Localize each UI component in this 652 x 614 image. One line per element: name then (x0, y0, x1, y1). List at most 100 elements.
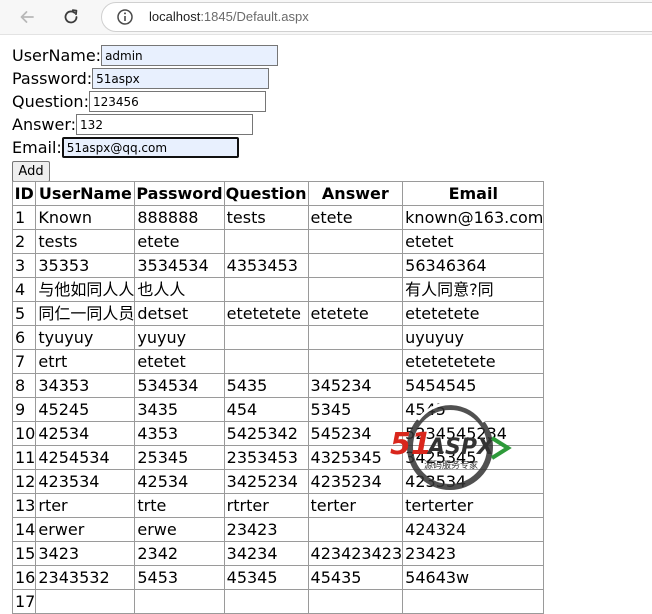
username-input[interactable]: admin (101, 45, 279, 66)
header-answer: Answer (307, 181, 404, 206)
brand-watermark-logo: 51 ASPX 源码服务专家 (390, 402, 512, 490)
question-label: Question: (12, 91, 89, 111)
table-cell: 3435 (134, 397, 225, 422)
table-cell: 423534 (35, 469, 136, 494)
header-id: ID (11, 181, 37, 206)
table-cell: 5425342 (223, 421, 309, 446)
table-cell: 35353 (35, 253, 136, 278)
reload-icon (64, 9, 78, 24)
address-bar[interactable]: localhost:1845/Default.aspx (101, 2, 652, 32)
browser-toolbar: localhost:1845/Default.aspx (0, 0, 652, 35)
table-row: 3 35353 3534534 4353453 56346364 (11, 253, 545, 278)
password-label: Password: (12, 68, 93, 88)
table-cell: 4353 (134, 421, 225, 446)
header-password: Password (134, 181, 225, 206)
table-cell: rter (35, 493, 136, 518)
table-cell: 5453 (134, 565, 225, 590)
table-cell: tests (223, 205, 309, 230)
password-input[interactable]: 51aspx (92, 68, 270, 89)
table-cell: terterter (402, 493, 545, 518)
table-cell: etete (307, 205, 404, 230)
table-cell (223, 229, 309, 254)
table-cell: etete (134, 229, 225, 254)
table-cell: 5 (11, 301, 37, 326)
table-cell: etrt (35, 349, 136, 374)
table-cell: 454 (223, 397, 309, 422)
table-cell: 42534 (35, 421, 136, 446)
header-email: Email (402, 181, 545, 206)
table-cell: 45345 (223, 565, 309, 590)
form-row-password: Password: 51aspx (12, 67, 278, 90)
table-cell: 2343532 (35, 565, 136, 590)
email-input[interactable]: 51aspx@qq.com (61, 137, 239, 158)
table-cell: 与他如同人人 (35, 277, 136, 302)
table-cell: etetet (402, 229, 545, 254)
form-row-answer: Answer: 132 (12, 113, 278, 136)
table-cell: tests (35, 229, 136, 254)
table-cell: 也人人 (134, 277, 225, 302)
table-row: 14 erwer erwe 23423 424324 (11, 517, 545, 542)
table-cell: 45245 (35, 397, 136, 422)
svg-text:ASPX: ASPX (426, 435, 495, 460)
table-row: 16 2343532 5453 45345 45435 54643w (11, 565, 545, 590)
add-button[interactable]: Add (12, 161, 50, 182)
table-cell: 17 (11, 589, 37, 614)
table-cell: 3 (11, 253, 37, 278)
answer-input[interactable]: 132 (76, 114, 254, 135)
table-cell: 12 (11, 469, 37, 494)
header-question: Question (223, 181, 309, 206)
table-cell (223, 277, 309, 302)
reload-button[interactable] (57, 3, 85, 31)
table-cell: 13 (11, 493, 37, 518)
answer-label: Answer: (12, 114, 77, 134)
table-cell: 8 (11, 373, 37, 398)
arrow-left-icon (20, 11, 34, 23)
table-cell: 888888 (134, 205, 225, 230)
table-row: 17 (11, 589, 545, 614)
table-cell: erwer (35, 517, 136, 542)
info-icon[interactable] (116, 8, 134, 26)
table-cell: yuyuy (134, 325, 225, 350)
table-cell (134, 589, 225, 614)
table-cell: tyuyuy (35, 325, 136, 350)
table-cell: 3534534 (134, 253, 225, 278)
table-cell (223, 349, 309, 374)
table-row: 5 同仁一同人员 detset etetetete etetete etetetete (11, 301, 545, 326)
table-row: 2 tests etete etetet (11, 229, 545, 254)
table-cell: 6 (11, 325, 37, 350)
table-cell: 56346364 (402, 253, 545, 278)
table-cell: 23423 (402, 541, 545, 566)
email-label: Email: (12, 137, 62, 157)
table-cell: 34353 (35, 373, 136, 398)
table-cell: 345234 (307, 373, 404, 398)
table-cell: 4 (11, 277, 37, 302)
table-cell: 同仁一同人员 (35, 301, 136, 326)
question-input[interactable]: 123456 (88, 91, 266, 112)
table-cell: 4353453 (223, 253, 309, 278)
svg-text:源码服务专家: 源码服务专家 (424, 459, 478, 471)
table-cell: terter (307, 493, 404, 518)
table-row: 7 etrt etetet etetetetete (11, 349, 545, 374)
table-cell: 5435 (223, 373, 309, 398)
table-cell: 34234 (223, 541, 309, 566)
url-text[interactable]: localhost:1845/Default.aspx (149, 9, 309, 25)
form-row-question: Question: 123456 (12, 90, 278, 113)
table-cell: 9 (11, 397, 37, 422)
table-cell: Known (35, 205, 136, 230)
table-cell (307, 253, 404, 278)
table-cell: 2353453 (223, 445, 309, 470)
table-cell: 5454545 (402, 373, 545, 398)
table-cell: 有人同意?同 (402, 277, 545, 302)
url-host: localhost (149, 9, 201, 24)
table-cell: uyuyuy (402, 325, 545, 350)
form-row-email: Email: 51aspx@qq.com (12, 136, 278, 159)
table-cell: etetetete (223, 301, 309, 326)
table-cell: erwe (134, 517, 225, 542)
table-cell (223, 325, 309, 350)
back-button[interactable] (13, 3, 41, 31)
table-cell: 3423 (35, 541, 136, 566)
table-cell: 424324 (402, 517, 545, 542)
header-username: UserName (35, 181, 136, 206)
table-row: 6 tyuyuy yuyuy uyuyuy (11, 325, 545, 350)
table-cell: known@163.com (402, 205, 545, 230)
